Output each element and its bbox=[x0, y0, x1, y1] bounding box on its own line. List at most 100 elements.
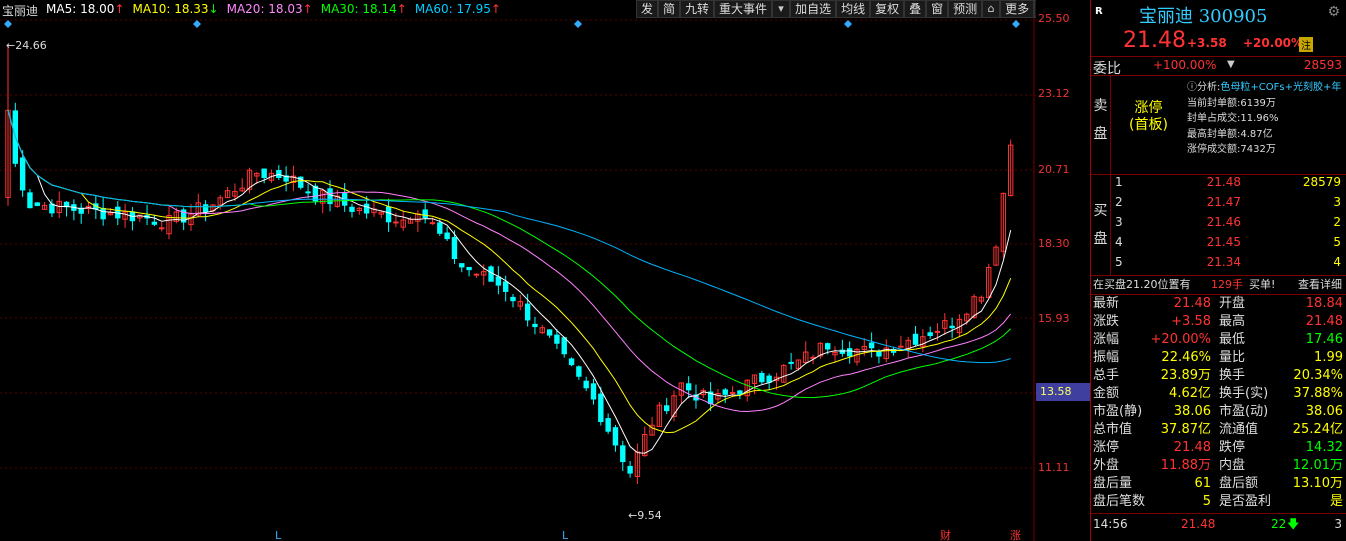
candle-body bbox=[825, 343, 831, 350]
weibi-label: 委比 bbox=[1093, 61, 1121, 77]
limit-up-badge: 涨停 (首板) bbox=[1129, 100, 1168, 134]
buy-row[interactable]: 4 21.45 5 bbox=[1115, 235, 1343, 254]
stats-v2: 13.10万 bbox=[1292, 476, 1343, 491]
candle-body bbox=[612, 427, 619, 446]
toolbar-overlay-button[interactable]: 叠 bbox=[904, 0, 927, 18]
sell-book: 卖盘 涨停 (首板) ⓘ分析:色母粒+COFs+光刻胶+年 当前封单额:6139… bbox=[1091, 76, 1346, 175]
candle-body bbox=[583, 380, 589, 389]
candle-body bbox=[554, 334, 560, 344]
stats-v1: 21.48 bbox=[1173, 296, 1211, 311]
candle-body bbox=[576, 366, 582, 377]
triangle-down-icon: ▼ bbox=[1227, 59, 1235, 70]
stats-v2: 17.46 bbox=[1305, 332, 1343, 347]
ma5-line bbox=[7, 110, 1012, 454]
stats-row: 涨跌 +3.58 最高 21.48 bbox=[1093, 313, 1343, 331]
first-board-label: (首板) bbox=[1129, 117, 1168, 133]
candlestick-plot[interactable]: ←24.66 ←9.54 L L 财 涨 bbox=[0, 0, 1036, 541]
stats-v1: 11.88万 bbox=[1160, 458, 1211, 473]
toolbar-jiuzhuan-button[interactable]: 九转 bbox=[680, 0, 715, 18]
candle-body bbox=[488, 266, 494, 282]
stats-row: 盘后量 61 盘后额 13.10万 bbox=[1093, 475, 1343, 493]
toolbar-forecast-button[interactable]: 预测 bbox=[948, 0, 983, 18]
stats-l2: 是否盈利 bbox=[1219, 494, 1272, 509]
event-diamond-icon bbox=[574, 20, 582, 28]
alert-action: 买单! bbox=[1249, 278, 1276, 291]
candle-body bbox=[876, 350, 882, 357]
candle-body bbox=[546, 329, 553, 336]
toolbar-events-button[interactable]: 重大事件 bbox=[714, 0, 773, 18]
last-price: 21.48 bbox=[1123, 28, 1186, 53]
analysis-topics: 色母粒+COFs+光刻胶+年 bbox=[1220, 82, 1342, 93]
candle-body bbox=[459, 263, 465, 268]
weibi-value: +100.00% bbox=[1153, 58, 1217, 72]
price-tick: 25.50 bbox=[1038, 12, 1070, 25]
chevron-down-icon[interactable]: ▾ bbox=[772, 0, 791, 18]
stats-row: 外盘 11.88万 内盘 12.01万 bbox=[1093, 457, 1343, 475]
jump-end-icon[interactable]: ⏭ bbox=[1034, 0, 1036, 18]
candle-body bbox=[759, 372, 765, 383]
gear-icon[interactable]: ⚙ bbox=[1327, 4, 1340, 20]
candle-body bbox=[510, 296, 516, 302]
r-badge: R bbox=[1095, 6, 1103, 17]
stats-row: 振幅 22.46% 量比 1.99 bbox=[1093, 349, 1343, 367]
candle-body bbox=[627, 465, 633, 474]
buy-row[interactable]: 2 21.47 3 bbox=[1115, 195, 1343, 214]
stats-l2: 换手(实) bbox=[1219, 386, 1269, 401]
candle-body bbox=[437, 222, 443, 234]
candle-body bbox=[34, 202, 40, 206]
stats-v1: 5 bbox=[1202, 494, 1211, 509]
stats-v2: 1.99 bbox=[1314, 350, 1343, 365]
toolbar-adjust-button[interactable]: 复权 bbox=[870, 0, 905, 18]
analysis-line[interactable]: ⓘ分析:色母粒+COFs+光刻胶+年 bbox=[1187, 80, 1341, 96]
toolbar-more-button[interactable]: 更多 bbox=[1000, 0, 1035, 18]
bottom-mark: 涨 bbox=[1010, 529, 1021, 541]
event-diamond-icon bbox=[193, 20, 201, 28]
candle-body bbox=[685, 383, 692, 391]
candle-body bbox=[363, 203, 370, 214]
arrow-down-icon: 🡇 bbox=[1287, 517, 1300, 531]
alert-count: 129手 bbox=[1211, 278, 1243, 291]
price-tick: 23.12 bbox=[1038, 87, 1070, 100]
stats-v2: 14.32 bbox=[1305, 440, 1343, 455]
stats-v2: 是 bbox=[1329, 494, 1343, 509]
toolbar-fa-button[interactable]: 发 bbox=[636, 0, 659, 18]
low-marker: ←9.54 bbox=[628, 509, 662, 522]
stats-v1: 38.06 bbox=[1173, 404, 1211, 419]
alert-text: 在买盘21.20位置有 bbox=[1093, 278, 1191, 291]
candle-body bbox=[788, 361, 794, 364]
ma-legend: 宝丽迪 MA5: 18.00↑ MA10: 18.33↓ MA20: 18.03… bbox=[2, 2, 501, 18]
tick-time: 14:56 bbox=[1093, 517, 1128, 531]
stats-l1: 外盘 bbox=[1093, 458, 1120, 473]
candle-body bbox=[766, 375, 772, 383]
toolbar-window-button[interactable]: 窗 bbox=[926, 0, 949, 18]
toolbar-ma-button[interactable]: 均线 bbox=[836, 0, 871, 18]
candle-body bbox=[429, 222, 436, 225]
candle-body bbox=[912, 333, 919, 345]
stats-l2: 换手 bbox=[1219, 368, 1246, 383]
analysis-limit-turnover: 涨停成交额:7432万 bbox=[1187, 144, 1276, 155]
stats-v1: 61 bbox=[1194, 476, 1211, 491]
stats-l2: 最高 bbox=[1219, 314, 1246, 329]
stats-row: 最新 21.48 开盘 18.84 bbox=[1093, 295, 1343, 313]
candle-body bbox=[451, 237, 458, 260]
ma5-label: MA5: 18.00↑ bbox=[46, 2, 125, 16]
buy-row[interactable]: 3 21.46 2 bbox=[1115, 215, 1343, 234]
buy-row[interactable]: 5 21.34 4 bbox=[1115, 255, 1343, 274]
buy-side-label: 买盘 bbox=[1091, 175, 1111, 275]
bottom-mark: L bbox=[562, 529, 569, 541]
buy-row[interactable]: 1 21.48 28579 bbox=[1115, 175, 1343, 194]
candle-body bbox=[898, 345, 904, 348]
ma30-line bbox=[7, 110, 1012, 399]
candle-body bbox=[561, 337, 567, 355]
toolbar-jian-button[interactable]: 简 bbox=[658, 0, 681, 18]
buy-book: 买盘 1 21.48 28579 2 21.47 3 3 21.46 2 4 21.45 5 5… bbox=[1091, 175, 1346, 276]
stats-v2: 25.24亿 bbox=[1292, 422, 1343, 437]
stats-l2: 内盘 bbox=[1219, 458, 1246, 473]
stats-v1: +20.00% bbox=[1150, 332, 1211, 347]
lock-icon[interactable]: ⌂ bbox=[982, 0, 1001, 18]
toolbar-add-watch-button[interactable]: 加自选 bbox=[790, 0, 837, 18]
view-detail-link[interactable]: 查看详细 bbox=[1298, 276, 1342, 294]
stats-l2: 盘后额 bbox=[1219, 476, 1259, 491]
candle-body bbox=[664, 405, 670, 412]
kline-chart[interactable]: ←24.66 ←9.54 L L 财 涨 宝丽迪 MA5: 18.00↑ MA10: 18… bbox=[0, 0, 1036, 541]
